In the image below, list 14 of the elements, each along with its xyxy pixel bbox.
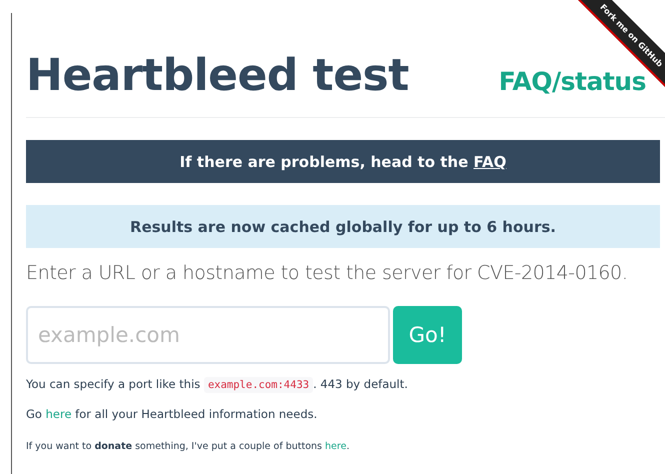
here-link[interactable]: here (46, 407, 72, 422)
donate-note: If you want to donate something, I've put a couple of buttons here. (26, 441, 350, 452)
page-title: Heartbleed test (26, 52, 409, 100)
here-link[interactable]: here (325, 441, 346, 452)
alert-text: If there are problems, head to the FAQ (180, 152, 506, 171)
port-note: You can specify a port like this example.com:4433 . 443 by default. (26, 377, 409, 392)
url-input-field[interactable]: example.com (26, 306, 390, 364)
faq-link[interactable]: FAQ (474, 152, 506, 171)
info-text: Results are now cached globally for up to 6 hours. (130, 218, 556, 236)
go-button[interactable]: Go! (393, 306, 462, 364)
lead-text: Enter a URL or a hostname to test the server for CVE-2014-0160. (26, 262, 629, 284)
info-note: Go here for all your Heartbleed information needs. (26, 407, 318, 422)
faq-link[interactable]: FAQ/status (498, 67, 646, 96)
code-sample: example.com:4433 (204, 377, 314, 394)
